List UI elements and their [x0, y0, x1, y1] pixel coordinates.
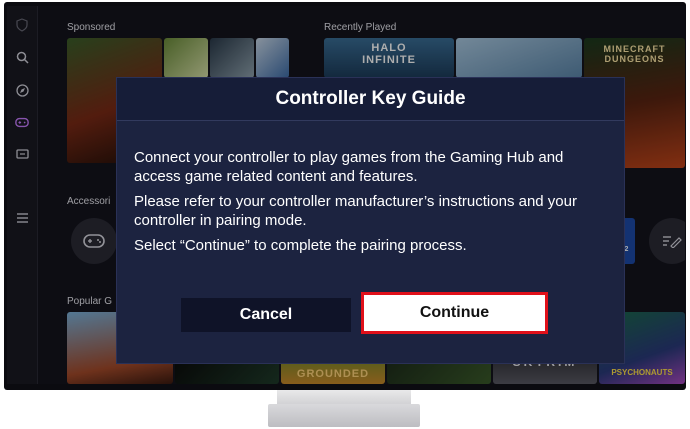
tv-stand-base [268, 404, 420, 427]
continue-button[interactable]: Continue [364, 295, 545, 331]
controller-key-guide-dialog: Controller Key Guide Connect your contro… [117, 78, 624, 363]
dialog-header: Controller Key Guide [117, 78, 624, 121]
dialog-paragraph-connect: Connect your controller to play games fr… [134, 149, 564, 185]
cancel-button[interactable]: Cancel [181, 298, 351, 332]
dialog-paragraph-select: Select “Continue” to complete the pairin… [134, 237, 467, 254]
dialog-title: Controller Key Guide [275, 88, 466, 109]
dialog-paragraph-refer: Please refer to your controller manufact… [134, 193, 577, 229]
dialog-body: Connect your controller to play games fr… [134, 148, 604, 261]
tv-screen: Sponsored Recently Played Accessori Popu… [7, 6, 685, 384]
